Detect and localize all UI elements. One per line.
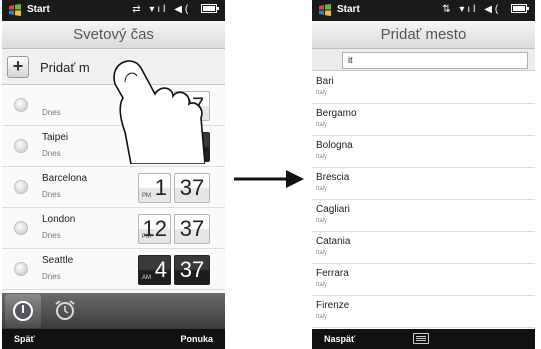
city-name: Barcelona: [42, 173, 88, 184]
page-title: Pridať mesto: [312, 21, 535, 49]
city-results-list: Bari Italy Bergamo Italy Bologna Italy Brescia…: [312, 72, 535, 329]
city-row[interactable]: Dnes 1 37: [2, 85, 225, 126]
hour-display: 1 PM: [138, 173, 171, 203]
world-clock-tab[interactable]: [5, 294, 41, 328]
signal-icon[interactable]: ▾ıl: [459, 4, 478, 15]
status-bar: Start ⇅ ▾ıl ◀(: [312, 0, 535, 21]
windows-flag-icon[interactable]: [318, 3, 332, 17]
bottom-tabs: [2, 293, 225, 329]
alarm-clock-icon[interactable]: [53, 298, 77, 322]
city-day: Dnes: [42, 272, 61, 281]
start-label[interactable]: Start: [27, 4, 50, 15]
city-name: Seattle: [42, 255, 74, 266]
minute-display: 37: [174, 255, 210, 285]
search-input[interactable]: it: [342, 52, 528, 69]
add-city-row[interactable]: + Pridať m: [2, 49, 225, 85]
add-city-button[interactable]: +: [7, 56, 29, 78]
result-city-name: Ferrara: [316, 268, 349, 279]
city-result-item[interactable]: Firenze Italy: [312, 296, 535, 328]
ampm-label: PM: [142, 152, 151, 158]
city-result-item[interactable]: Bergamo Italy: [312, 104, 535, 136]
hour-value: 1: [154, 93, 167, 118]
result-country: Italy: [316, 218, 328, 224]
result-city-name: Bologna: [316, 140, 353, 151]
battery-icon[interactable]: [511, 4, 529, 13]
add-city-screen: Start ⇅ ▾ıl ◀( Pridať mesto it Bari Italy…: [312, 0, 535, 349]
transition-arrow-icon: [234, 170, 304, 188]
hour-value: 8: [154, 134, 167, 159]
minute-display: 37: [174, 214, 210, 244]
signal-icon[interactable]: ▾ıl: [149, 4, 168, 15]
back-softkey[interactable]: Späť: [14, 334, 35, 344]
result-city-name: Bari: [316, 76, 334, 87]
result-city-name: Firenze: [316, 300, 350, 311]
result-country: Italy: [316, 186, 328, 192]
result-country: Italy: [316, 122, 328, 128]
city-day: Dnes: [42, 190, 61, 199]
ampm-label: PM: [142, 234, 151, 240]
city-list: Dnes 1 37 Taipei Dnes 8 PM 37 Barcelona Dnes 1 PM 37…: [2, 85, 225, 293]
add-city-label[interactable]: Pridať m: [40, 60, 112, 75]
volume-icon[interactable]: ◀(: [484, 4, 501, 15]
volume-icon[interactable]: ◀(: [174, 4, 191, 15]
result-country: Italy: [316, 282, 328, 288]
city-result-item[interactable]: Cagliari Italy: [312, 200, 535, 232]
windows-flag-icon[interactable]: [8, 3, 22, 17]
ampm-label: AM: [142, 275, 151, 281]
start-label[interactable]: Start: [337, 4, 360, 15]
minute-display: 37: [174, 173, 210, 203]
sync-icon[interactable]: ⇄: [132, 4, 143, 15]
world-clock-screen: Start ⇄ ▾ıl ◀( Svetový čas + Pridať m Dn…: [2, 0, 225, 349]
back-softkey[interactable]: Naspäť: [324, 334, 355, 344]
keyboard-icon[interactable]: [413, 333, 429, 344]
city-row[interactable]: Taipei Dnes 8 PM 37: [2, 126, 225, 167]
softkey-bar: Späť Ponuka: [2, 329, 225, 349]
softkey-bar: Naspäť: [312, 329, 535, 349]
result-city-name: Bergamo: [316, 108, 357, 119]
hour-display: 4 AM: [138, 255, 171, 285]
menu-softkey[interactable]: Ponuka: [180, 334, 213, 344]
result-city-name: Cagliari: [316, 204, 350, 215]
hour-value: 4: [154, 257, 167, 282]
hour-display: 8 PM: [138, 132, 171, 162]
city-select-radio[interactable]: [14, 221, 28, 235]
page-title: Svetový čas: [2, 21, 225, 49]
ampm-label: PM: [142, 193, 151, 199]
minute-display: 37: [174, 91, 210, 121]
sync-icon[interactable]: ⇅: [442, 4, 453, 15]
city-name: Taipei: [42, 132, 69, 143]
city-day: Dnes: [42, 231, 61, 240]
result-country: Italy: [316, 90, 328, 96]
result-country: Italy: [316, 250, 328, 256]
city-row[interactable]: London Dnes 12 PM 37: [2, 208, 225, 249]
search-bar: it: [312, 49, 535, 71]
city-result-item[interactable]: Catania Italy: [312, 232, 535, 264]
minute-display: 37: [174, 132, 210, 162]
city-select-radio[interactable]: [14, 139, 28, 153]
hour-display: 1: [138, 91, 171, 121]
result-city-name: Brescia: [316, 172, 350, 183]
city-select-radio[interactable]: [14, 262, 28, 276]
result-country: Italy: [316, 154, 328, 160]
result-city-name: Catania: [316, 236, 351, 247]
city-result-item[interactable]: Ferrara Italy: [312, 264, 535, 296]
status-bar: Start ⇄ ▾ıl ◀(: [2, 0, 225, 21]
battery-icon[interactable]: [201, 4, 219, 13]
hour-value: 1: [154, 175, 167, 200]
city-name: London: [42, 214, 76, 225]
city-result-item[interactable]: Bari Italy: [312, 72, 535, 104]
hour-display: 12 PM: [138, 214, 171, 244]
city-result-item[interactable]: Bologna Italy: [312, 136, 535, 168]
city-row[interactable]: Seattle Dnes 4 AM 37: [2, 249, 225, 290]
city-day: Dnes: [42, 149, 61, 158]
city-row[interactable]: Barcelona Dnes 1 PM 37: [2, 167, 225, 208]
city-select-radio[interactable]: [14, 180, 28, 194]
result-country: Italy: [316, 314, 328, 320]
city-day: Dnes: [42, 108, 61, 117]
world-clock-icon: [13, 301, 33, 321]
city-select-radio[interactable]: [14, 98, 28, 112]
city-result-item[interactable]: Brescia Italy: [312, 168, 535, 200]
